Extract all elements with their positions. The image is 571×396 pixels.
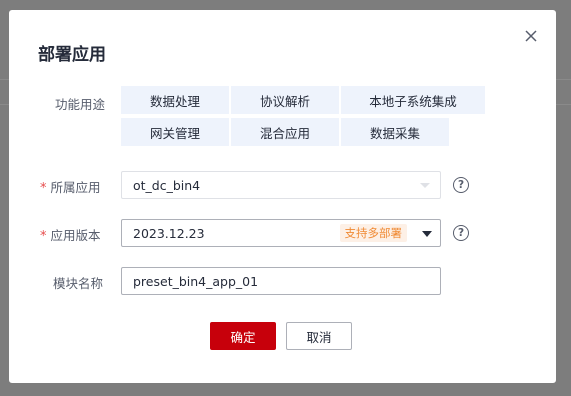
- module-label: 模块名称: [53, 276, 104, 291]
- chevron-down-icon: [420, 183, 430, 188]
- tag-data-processing[interactable]: 数据处理: [121, 86, 229, 114]
- tag-local-subsystem[interactable]: 本地子系统集成: [341, 86, 485, 114]
- dialog-title: 部署应用: [38, 45, 106, 65]
- function-label: 功能用途: [55, 97, 106, 112]
- tag-gateway-management[interactable]: 网关管理: [121, 118, 229, 146]
- version-label-text: 应用版本: [50, 228, 101, 243]
- help-icon[interactable]: ?: [453, 225, 469, 241]
- close-icon[interactable]: [521, 26, 541, 46]
- help-icon[interactable]: ?: [453, 177, 469, 193]
- tag-hybrid-app[interactable]: 混合应用: [231, 118, 339, 146]
- app-select-value: ot_dc_bin4: [133, 177, 201, 193]
- tag-protocol-parsing[interactable]: 协议解析: [231, 86, 339, 114]
- app-select[interactable]: ot_dc_bin4: [121, 171, 441, 199]
- version-select-value: 2023.12.23: [133, 225, 205, 241]
- multi-deploy-badge: 支持多部署: [339, 224, 407, 242]
- chevron-down-icon: [422, 231, 432, 237]
- version-label: * 应用版本: [40, 225, 101, 244]
- module-name-value: preset_bin4_app_01: [133, 273, 259, 289]
- tag-data-collection[interactable]: 数据采集: [341, 118, 449, 146]
- version-select[interactable]: 2023.12.23 支持多部署: [121, 219, 441, 247]
- deploy-app-dialog: 部署应用 功能用途 数据处理 协议解析 本地子系统集成 网关管理 混合应用 数据…: [9, 10, 556, 383]
- required-mark: *: [40, 229, 47, 244]
- required-mark: *: [40, 181, 47, 196]
- cancel-button[interactable]: 取消: [286, 322, 352, 350]
- app-label-text: 所属应用: [50, 180, 101, 195]
- module-name-input[interactable]: preset_bin4_app_01: [121, 267, 441, 295]
- app-label: * 所属应用: [40, 177, 101, 196]
- confirm-button[interactable]: 确定: [210, 322, 276, 350]
